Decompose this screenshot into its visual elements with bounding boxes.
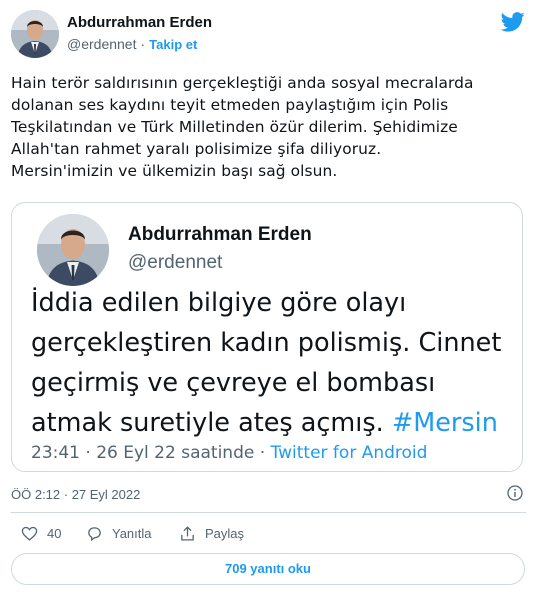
quoted-source-app: Twitter for Android <box>270 443 428 463</box>
quoted-text-line: geçirmiş ve çevreye el bombası <box>31 368 436 398</box>
author-handle-row: @erdennet · Takip et <box>67 36 197 52</box>
tweet-timestamp[interactable]: ÖÖ 2:12 · 27 Eyl 2022 <box>11 487 140 502</box>
twitter-bird-icon[interactable] <box>501 12 525 32</box>
quoted-text-line: gerçekleştiren kadın polismiş. Cinnet <box>31 328 502 358</box>
quoted-tweet[interactable]: Abdurrahman Erden @erdennet İddia edilen… <box>11 202 523 472</box>
quoted-avatar <box>37 214 109 286</box>
heart-icon <box>21 526 38 541</box>
quoted-text-line: atmak suretiyle ateş açmış. #Mersin <box>31 403 521 443</box>
quoted-date: 26 Eyl 22 saatinde <box>96 443 255 463</box>
separator-dot: · <box>140 36 146 52</box>
follow-button[interactable]: Takip et <box>149 37 197 52</box>
quoted-tweet-text: İddia edilen bilgiye göre olayı gerçekle… <box>31 283 521 443</box>
quoted-text-line: İddia edilen bilgiye göre olayı <box>31 288 407 318</box>
share-button[interactable]: Paylaş <box>179 525 244 542</box>
like-count: 40 <box>47 526 62 541</box>
quoted-meta: 23:41 · 26 Eyl 22 saatinde · Twitter for… <box>31 443 427 463</box>
quoted-text-line-4: atmak suretiyle ateş açmış. <box>31 408 384 438</box>
author-handle[interactable]: @erdennet <box>67 36 136 52</box>
separator-dot: · <box>259 443 266 463</box>
divider <box>11 512 526 513</box>
avatar[interactable] <box>11 10 59 58</box>
share-label: Paylaş <box>205 526 245 541</box>
tweet-text: Hain terör saldırısının gerçekleştiği an… <box>11 74 474 180</box>
quoted-author-name: Abdurrahman Erden <box>128 224 312 245</box>
reply-label: Yanıtla <box>112 526 152 541</box>
info-icon[interactable] <box>507 485 523 501</box>
read-replies-button[interactable]: 709 yanıtı oku <box>11 553 525 585</box>
like-button[interactable]: 40 <box>21 525 61 542</box>
hashtag-link[interactable]: #Mersin <box>392 408 498 438</box>
quoted-author-handle: @erdennet <box>128 252 223 273</box>
reply-button[interactable]: Yanıtla <box>86 525 152 542</box>
share-icon <box>181 526 194 541</box>
quoted-time: 23:41 <box>31 443 80 463</box>
separator-dot: · <box>85 443 91 463</box>
embedded-tweet: Abdurrahman Erden @erdennet · Takip et Hai… <box>0 0 539 598</box>
reply-bubble-icon <box>88 527 101 542</box>
author-name[interactable]: Abdurrahman Erden <box>67 14 212 31</box>
